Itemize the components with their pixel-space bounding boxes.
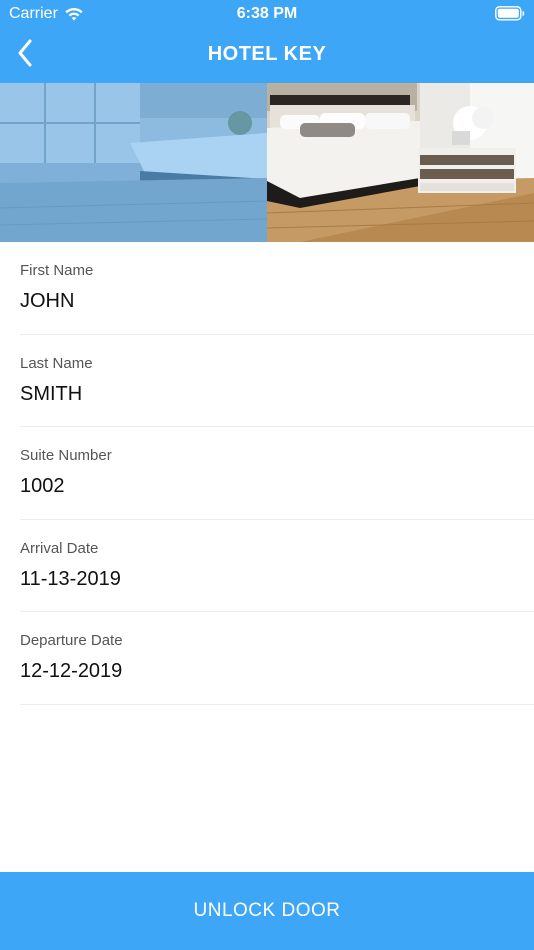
field-value: 11-13-2019 — [20, 567, 121, 590]
field-value: 12-12-2019 — [20, 660, 123, 682]
unlock-door-button[interactable]: UNLOCK DOOR — [0, 872, 534, 950]
field-label: Suite Number — [20, 447, 112, 464]
hotel-key-screen: Carrier 6:38 PM HOTEL KEY First Name JOH… — [0, 0, 534, 950]
hotel-room-photo — [0, 83, 534, 242]
header: Carrier 6:38 PM HOTEL KEY — [0, 0, 534, 83]
field-suite-number[interactable]: Suite Number 1002 — [0, 427, 534, 520]
field-arrival-date[interactable]: Arrival Date 11-13-2019 — [0, 520, 534, 612]
status-time: 6:38 PM — [236, 5, 298, 22]
battery-icon — [495, 6, 525, 21]
field-value: SMITH — [20, 382, 83, 405]
field-first-name[interactable]: First Name JOHN — [0, 242, 534, 335]
field-value: JOHN — [20, 290, 75, 312]
field-label: First Name — [20, 262, 94, 279]
field-departure-date[interactable]: Departure Date 12-12-2019 — [0, 612, 534, 705]
field-label: Departure Date — [20, 632, 123, 649]
page-title: HOTEL KEY — [207, 43, 327, 65]
field-label: Last Name — [20, 354, 93, 372]
field-value: 1002 — [20, 475, 65, 497]
nav-bar: HOTEL KEY — [0, 28, 534, 83]
field-last-name[interactable]: Last Name SMITH — [0, 335, 534, 427]
divider — [20, 703, 534, 705]
field-label: Arrival Date — [20, 539, 99, 557]
guest-details: First Name JOHN Last Name SMITH Suite Nu… — [0, 242, 534, 705]
status-bar: Carrier 6:38 PM — [0, 0, 534, 28]
